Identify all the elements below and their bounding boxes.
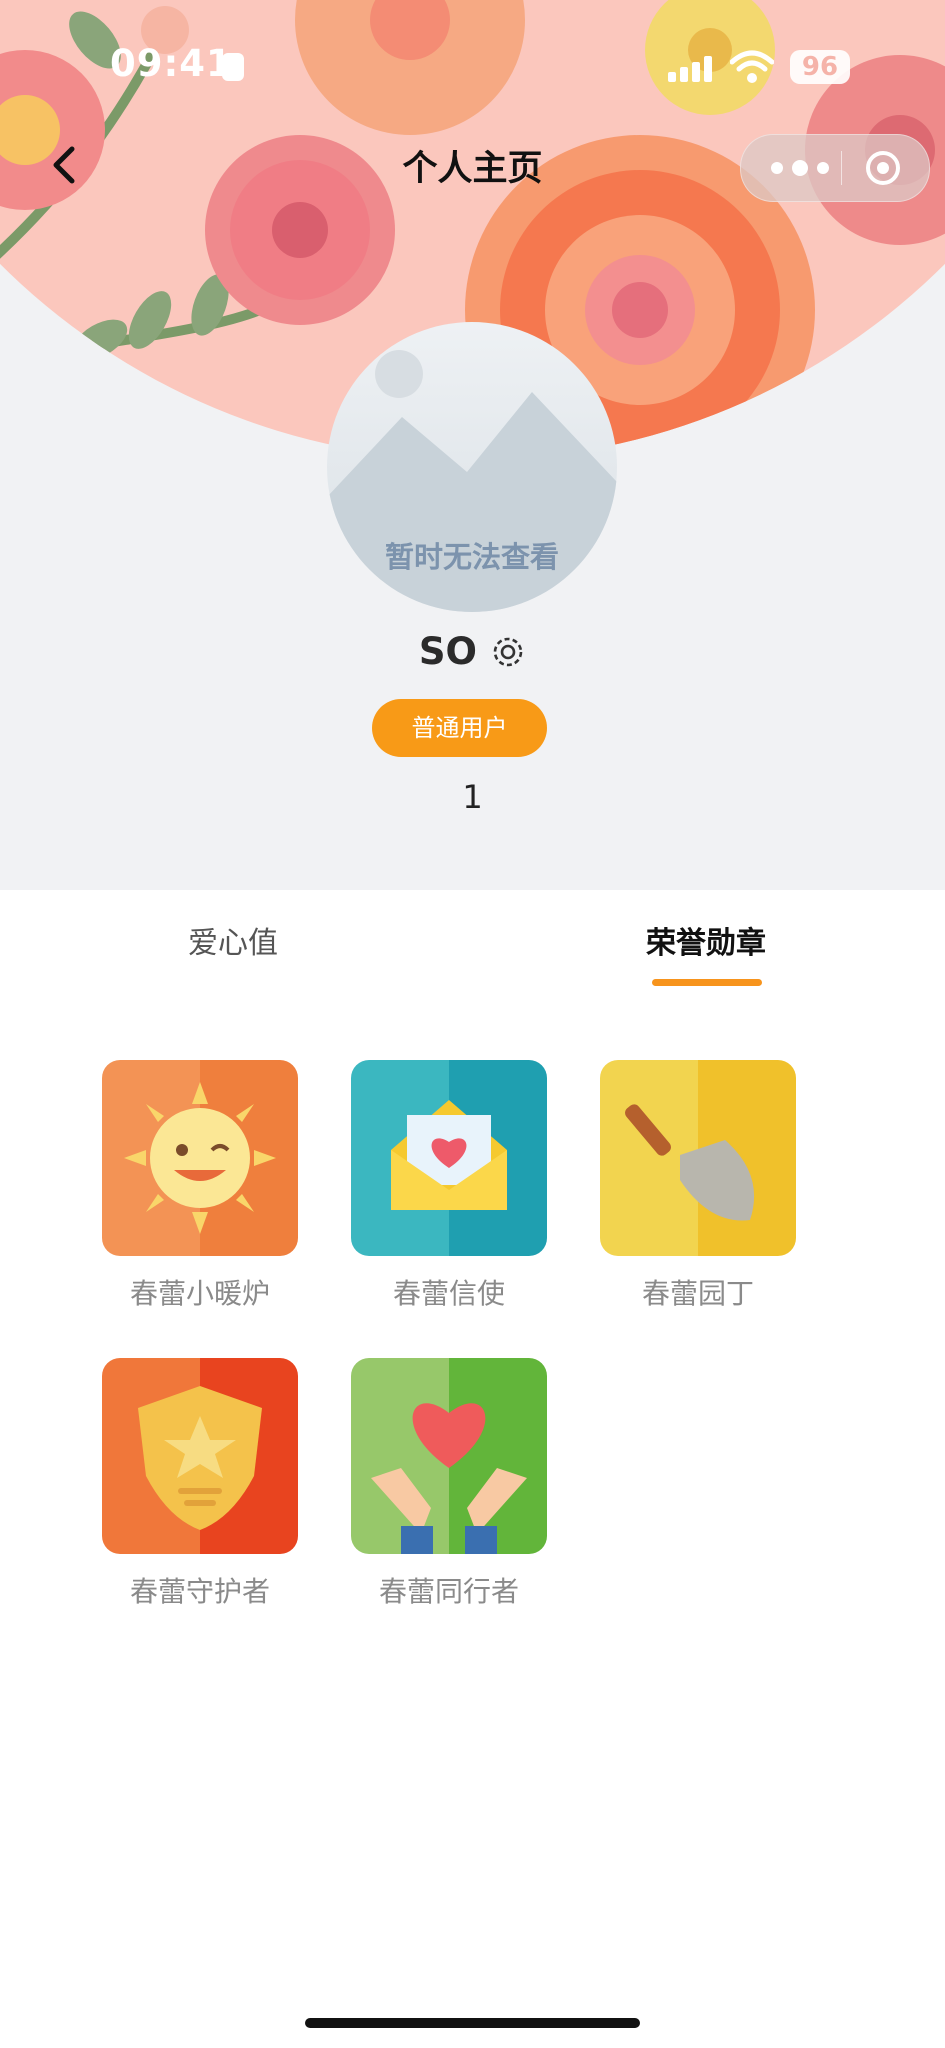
tab-honor-medals[interactable]: 荣誉勋章 — [646, 918, 766, 962]
tab-love-value[interactable]: 爱心值 — [188, 918, 278, 962]
battery-indicator: 96 — [790, 50, 850, 84]
badge-label: 春蕾信使 — [392, 1277, 505, 1310]
active-tab-indicator — [652, 979, 762, 986]
capsule-divider — [841, 151, 842, 185]
home-indicator — [305, 2018, 640, 2028]
hands-heart-icon — [351, 1358, 547, 1554]
signal-icon — [668, 56, 712, 82]
shovel-icon — [600, 1060, 796, 1256]
more-dots-icon[interactable] — [765, 155, 835, 181]
badge-label: 春蕾守护者 — [129, 1575, 270, 1608]
contact-icon — [222, 53, 244, 81]
username: SO — [418, 630, 477, 673]
badge-item[interactable]: 春蕾守护者 — [102, 1358, 298, 1610]
badge-item[interactable]: 春蕾园丁 — [600, 1060, 796, 1312]
target-circle-icon[interactable] — [863, 148, 903, 188]
status-time: 09:41 — [110, 42, 233, 85]
badge-label: 春蕾园丁 — [641, 1277, 754, 1310]
badge-label: 春蕾同行者 — [378, 1575, 519, 1608]
mini-program-capsule — [740, 134, 930, 202]
username-row: SO — [0, 630, 945, 673]
status-bar: 09:41 96 — [0, 0, 945, 130]
profile-count: 1 — [462, 778, 483, 816]
profile-screen: 暂时无法查看 SO 普通用户 1 09:41 96 个人主页 爱心值 荣誉勋章 … — [0, 0, 945, 2048]
avatar[interactable]: 暂时无法查看 — [327, 322, 617, 612]
badge-item[interactable]: 春蕾小暖炉 — [102, 1060, 298, 1312]
avatar-placeholder-text: 暂时无法查看 — [384, 540, 559, 574]
badge-item[interactable]: 春蕾信使 — [351, 1060, 547, 1312]
sun-icon — [102, 1060, 298, 1256]
envelope-heart-icon — [351, 1060, 547, 1256]
shield-star-icon — [102, 1358, 298, 1554]
badge-label: 春蕾小暖炉 — [129, 1277, 270, 1310]
role-badge: 普通用户 — [372, 699, 547, 757]
badge-item[interactable]: 春蕾同行者 — [351, 1358, 547, 1610]
gear-icon[interactable] — [490, 634, 526, 670]
tab-bar: 爱心值 荣誉勋章 — [0, 890, 945, 1010]
wifi-icon — [730, 50, 774, 83]
